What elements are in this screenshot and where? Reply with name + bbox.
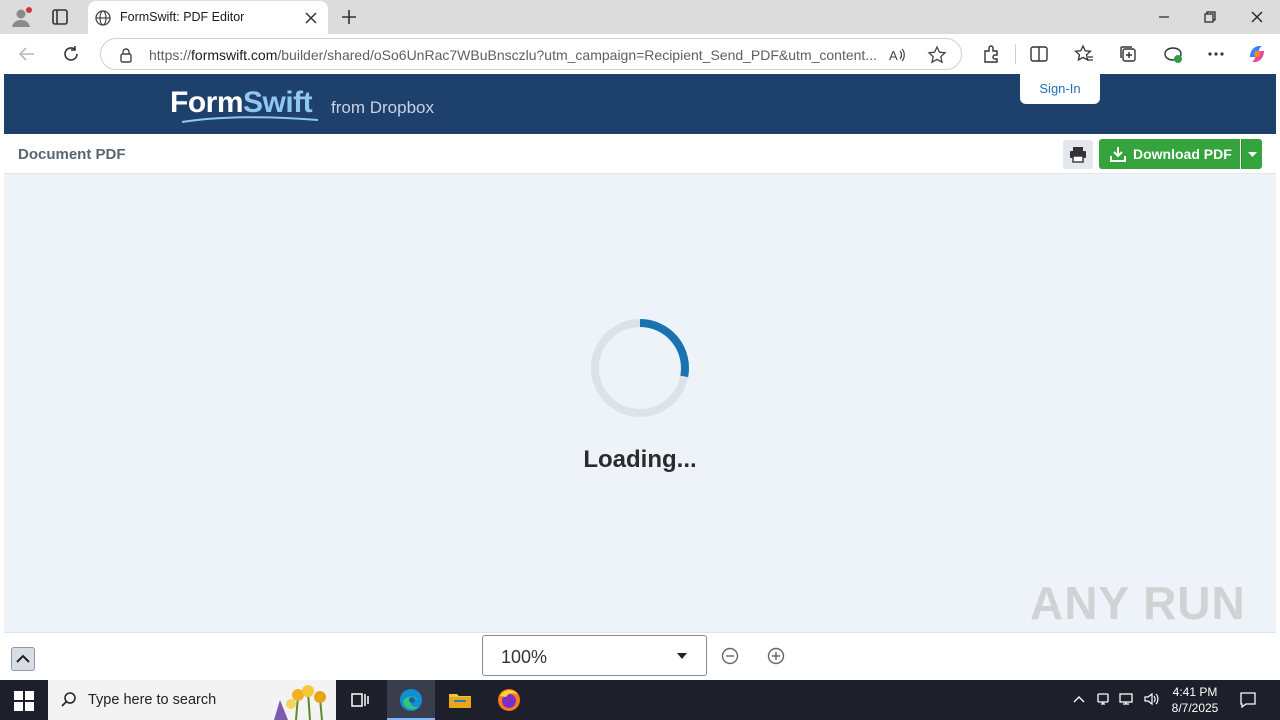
extensions-icon[interactable]: [980, 43, 1002, 65]
copilot-icon[interactable]: [1246, 43, 1268, 65]
clock-date: 8/7/2025: [1171, 701, 1219, 715]
close-window-icon[interactable]: [1246, 6, 1268, 28]
restore-icon[interactable]: [1199, 6, 1221, 28]
minimize-icon[interactable]: [1153, 6, 1175, 28]
new-tab-icon[interactable]: [338, 6, 360, 28]
anyrun-watermark: ANY RUN: [1030, 577, 1246, 629]
url-text[interactable]: https://formswift.com/builder/shared/oSo…: [149, 47, 879, 63]
search-icon: [61, 692, 76, 707]
zoom-caret-icon: [677, 653, 687, 659]
download-icon: [1110, 147, 1126, 162]
document-title: Document PDF: [18, 146, 126, 163]
download-options-dropdown[interactable]: [1241, 139, 1262, 169]
file-explorer-icon[interactable]: [446, 686, 474, 714]
close-tab-icon[interactable]: [302, 9, 320, 27]
logo-tagline: from Dropbox: [331, 98, 434, 117]
browser-tab-strip: FormSwift: PDF Editor: [0, 0, 1280, 34]
zoom-select[interactable]: 100%: [482, 635, 707, 676]
sign-in-button[interactable]: Sign-In: [1020, 74, 1100, 104]
address-bar[interactable]: https://formswift.com/builder/shared/oSo…: [100, 38, 962, 70]
show-hidden-icons-icon[interactable]: [1070, 690, 1088, 708]
edge-browser-icon: [400, 689, 422, 711]
taskbar-search-box[interactable]: Type here to search: [48, 680, 336, 720]
collections-icon[interactable]: [1117, 43, 1139, 65]
browser-essentials-icon[interactable]: [1162, 43, 1184, 65]
search-placeholder: Type here to search: [88, 692, 217, 708]
loading-spinner-icon: [591, 319, 689, 417]
task-view-icon[interactable]: [346, 686, 374, 714]
favorite-star-icon[interactable]: [927, 45, 947, 65]
split-screen-icon[interactable]: [1028, 43, 1050, 65]
search-highlight-flowers-icon: [274, 685, 326, 720]
toolbar-separator: [1015, 44, 1016, 64]
scroll-up-button[interactable]: [11, 647, 35, 671]
clock-time: 4:41 PM: [1172, 685, 1218, 699]
more-options-icon[interactable]: [1205, 43, 1227, 65]
download-pdf-label: Download PDF: [1133, 146, 1232, 162]
profile-icon[interactable]: [10, 6, 32, 28]
logo-swoosh-icon: [181, 116, 319, 123]
caret-down-icon: [1248, 152, 1257, 157]
refresh-icon[interactable]: [60, 43, 82, 65]
taskbar-clock[interactable]: 4:41 PM 8/7/2025: [1160, 684, 1230, 716]
site-info-icon[interactable]: [117, 46, 135, 64]
notifications-icon[interactable]: [1238, 690, 1258, 710]
svg-text:A: A: [889, 48, 898, 63]
network-icon[interactable]: [1118, 690, 1136, 708]
zoom-value: 100%: [501, 647, 548, 667]
back-icon[interactable]: [16, 43, 38, 65]
tab-title: FormSwift: PDF Editor: [120, 10, 245, 24]
printer-icon: [1070, 147, 1086, 163]
windows-start-icon[interactable]: [14, 691, 34, 711]
tab-actions-icon[interactable]: [50, 7, 70, 27]
document-toolbar: Document PDF Download PDF: [4, 134, 1276, 174]
active-tab[interactable]: FormSwift: PDF Editor: [88, 1, 328, 34]
download-pdf-button[interactable]: Download PDF: [1099, 139, 1240, 169]
zoom-in-icon[interactable]: [766, 646, 786, 666]
volume-icon[interactable]: [1142, 690, 1160, 708]
favorites-icon[interactable]: [1073, 43, 1095, 65]
taskbar-edge-button[interactable]: [387, 680, 435, 720]
read-aloud-icon[interactable]: A: [887, 45, 907, 65]
globe-icon: [95, 10, 111, 26]
print-button[interactable]: [1063, 140, 1093, 169]
browser-toolbar: https://formswift.com/builder/shared/oSo…: [0, 34, 1280, 74]
chevron-up-icon: [16, 654, 30, 663]
loading-text: Loading...: [583, 446, 697, 473]
viewer-bottom-toolbar: 100%: [4, 632, 1276, 678]
zoom-out-icon[interactable]: [720, 646, 740, 666]
windows-taskbar: Type here to search 4:41 PM 8/7/2025: [0, 680, 1280, 720]
site-header: FormSwift from Dropbox Sign-In: [4, 74, 1276, 134]
firefox-icon[interactable]: [495, 686, 523, 714]
meet-now-icon[interactable]: [1095, 690, 1113, 708]
